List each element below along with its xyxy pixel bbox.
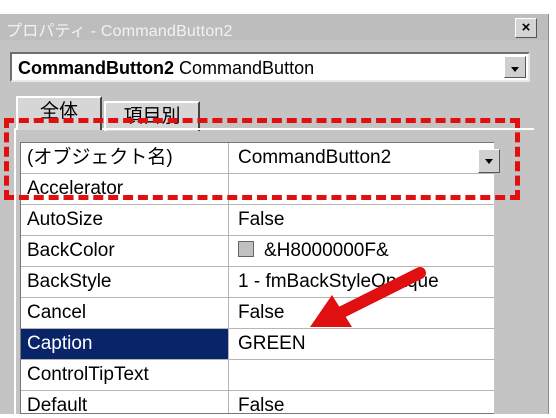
property-row[interactable]: Default False	[21, 391, 513, 413]
property-value[interactable]: False	[230, 205, 513, 235]
property-name: Caption	[21, 329, 229, 359]
property-value[interactable]: False	[230, 391, 513, 413]
window-title: プロパティ - CommandButton2	[6, 23, 233, 40]
property-row[interactable]: BackStyle 1 - fmBackStyleOpaque	[21, 267, 513, 298]
property-row[interactable]: BackColor &H8000000F&	[21, 236, 513, 267]
object-selector-value: CommandButton2 CommandButton	[18, 58, 314, 79]
chevron-down-icon[interactable]	[504, 56, 526, 78]
property-value[interactable]: &H8000000F&	[230, 236, 513, 266]
property-name: BackStyle	[21, 267, 229, 297]
close-button[interactable]: ×	[515, 18, 537, 38]
annotation-highlight-box	[4, 118, 520, 200]
backcolor-value: &H8000000F&	[264, 240, 389, 261]
object-type: CommandButton	[179, 58, 315, 78]
property-name: Default	[21, 391, 229, 413]
property-name: ControlTipText	[21, 360, 229, 390]
title-bar: プロパティ - CommandButton2 ×	[0, 14, 548, 40]
property-row[interactable]: Cancel False	[21, 298, 513, 329]
property-value[interactable]	[230, 360, 513, 390]
close-icon: ×	[521, 19, 531, 36]
property-name: BackColor	[21, 236, 229, 266]
property-row[interactable]: AutoSize False	[21, 205, 513, 236]
color-swatch	[238, 241, 254, 257]
object-selector[interactable]: CommandButton2 CommandButton	[10, 52, 530, 82]
property-row[interactable]: ControlTipText	[21, 360, 513, 391]
property-name: Cancel	[21, 298, 229, 328]
property-row-selected[interactable]: Caption GREEN	[21, 329, 513, 360]
red-arrow-icon	[310, 267, 426, 327]
object-name: CommandButton2	[18, 58, 174, 78]
property-name: AutoSize	[21, 205, 229, 235]
